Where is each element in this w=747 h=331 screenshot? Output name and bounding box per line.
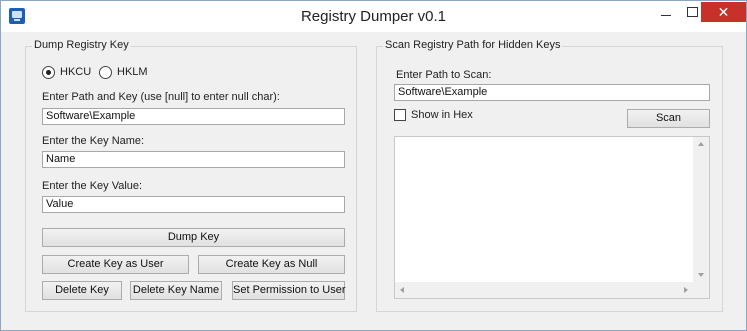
scroll-right-icon[interactable] [684, 287, 688, 293]
key-name-label: Enter the Key Name: [42, 135, 145, 147]
minimize-icon [661, 15, 671, 17]
key-value-label: Enter the Key Value: [42, 180, 143, 192]
show-in-hex-label[interactable]: Show in Hex [411, 109, 473, 121]
scan-path-input[interactable]: Software\Example [394, 84, 710, 101]
window-title: Registry Dumper v0.1 [300, 8, 447, 25]
vertical-scrollbar[interactable] [693, 137, 709, 282]
dump-registry-group: Dump Registry Key HKCU HKLM Enter Path a… [25, 39, 357, 312]
scan-registry-group: Scan Registry Path for Hidden Keys Enter… [376, 39, 723, 312]
scroll-left-icon[interactable] [400, 287, 404, 293]
maximize-icon [686, 6, 698, 17]
scan-button[interactable]: Scan [627, 109, 710, 128]
create-key-as-user-button[interactable]: Create Key as User [42, 255, 189, 274]
hklm-label[interactable]: HKLM [117, 66, 148, 78]
set-permission-button[interactable]: Set Permission to User [232, 281, 345, 300]
dump-group-title: Dump Registry Key [32, 39, 131, 51]
key-name-input[interactable]: Name [42, 151, 345, 168]
hklm-radio[interactable] [99, 66, 112, 79]
title-bar[interactable]: Registry Dumper v0.1 ✕ [1, 1, 746, 32]
close-icon: ✕ [717, 4, 730, 20]
scrollbar-corner [693, 282, 709, 298]
hkcu-label[interactable]: HKCU [60, 66, 91, 78]
minimize-button[interactable] [653, 2, 679, 22]
close-button[interactable]: ✕ [701, 2, 746, 22]
path-key-label: Enter Path and Key (use [null] to enter … [42, 91, 280, 103]
show-in-hex-checkbox[interactable] [394, 109, 406, 121]
horizontal-scrollbar[interactable] [395, 282, 693, 298]
delete-key-button[interactable]: Delete Key [42, 281, 122, 300]
scroll-up-icon[interactable] [698, 142, 704, 146]
scan-group-title: Scan Registry Path for Hidden Keys [383, 39, 563, 51]
scan-results-list[interactable] [394, 136, 710, 299]
app-window: Registry Dumper v0.1 ✕ Dump Registry Key… [0, 0, 747, 331]
dump-key-button[interactable]: Dump Key [42, 228, 345, 247]
delete-key-name-button[interactable]: Delete Key Name [130, 281, 222, 300]
path-key-input[interactable]: Software\Example [42, 108, 345, 125]
hkcu-radio[interactable] [42, 66, 55, 79]
create-key-as-null-button[interactable]: Create Key as Null [198, 255, 345, 274]
key-value-input[interactable]: Value [42, 196, 345, 213]
scroll-down-icon[interactable] [698, 273, 704, 277]
scan-path-label: Enter Path to Scan: [396, 69, 492, 81]
